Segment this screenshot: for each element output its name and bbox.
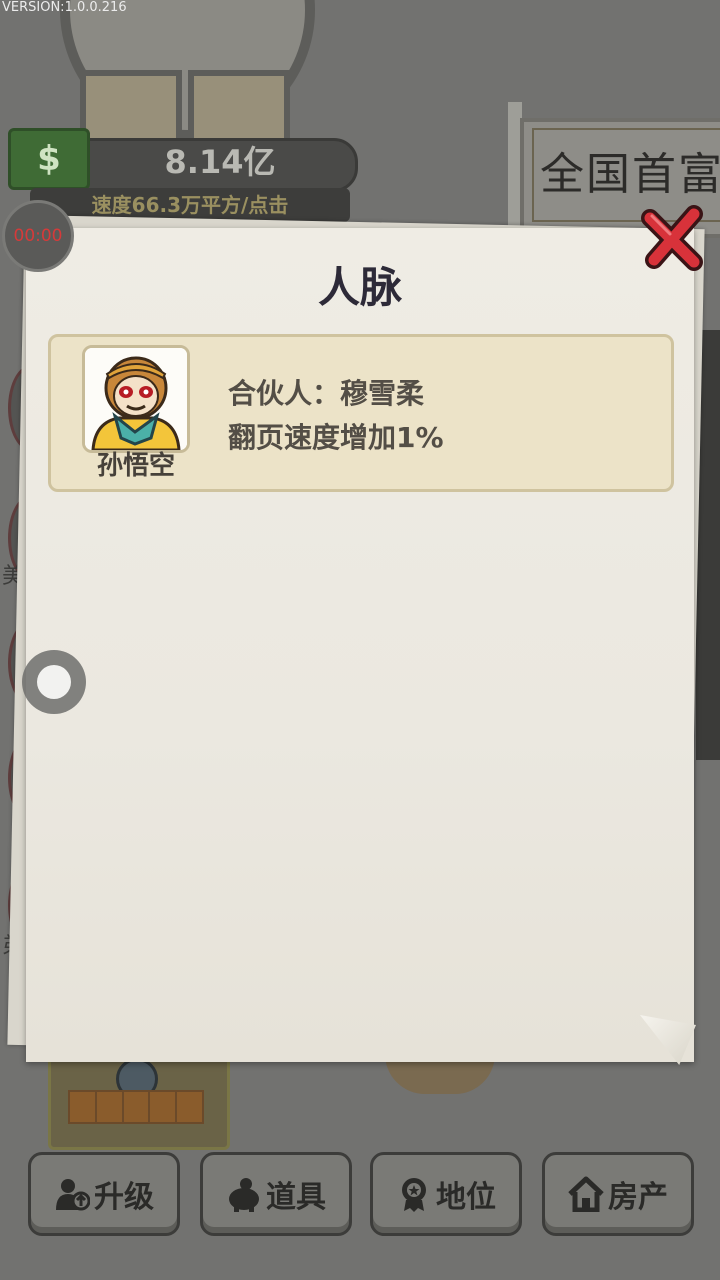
property-label: 房产 [608, 1180, 668, 1215]
bonus-text: 翻页速度增加1% [228, 421, 444, 454]
assistive-touch-button[interactable] [22, 650, 86, 714]
upgrade-button[interactable]: 升级 [28, 1152, 180, 1236]
house-icon [568, 1176, 604, 1212]
piggy-bank-icon [229, 1178, 259, 1212]
person-upgrade-icon [56, 1179, 90, 1211]
close-icon [641, 205, 703, 271]
avatar [82, 345, 190, 453]
close-button[interactable] [638, 202, 710, 274]
version-label: VERSION:1.0.0.216 [2, 0, 127, 15]
upgrade-label: 升级 [94, 1180, 154, 1215]
money-amount: 8.14亿 [164, 143, 276, 181]
items-label: 道具 [266, 1180, 326, 1215]
chest-slots [68, 1090, 204, 1124]
modal-title: 人脉 [317, 263, 402, 312]
record-timer: 00:00 [2, 200, 74, 272]
property-button[interactable]: 房产 [542, 1152, 694, 1236]
assistive-touch-icon [37, 665, 71, 699]
money-icon: $ [8, 128, 90, 190]
sun-wukong-avatar-icon [85, 348, 187, 450]
status-label: 地位 [436, 1180, 496, 1215]
avatar-name: 孙悟空 [96, 451, 175, 481]
medal-icon [402, 1178, 426, 1212]
partner-text: 合伙人：穆雪柔 [228, 377, 425, 410]
status-button[interactable]: 地位 [370, 1152, 522, 1236]
items-button[interactable]: 道具 [200, 1152, 352, 1236]
